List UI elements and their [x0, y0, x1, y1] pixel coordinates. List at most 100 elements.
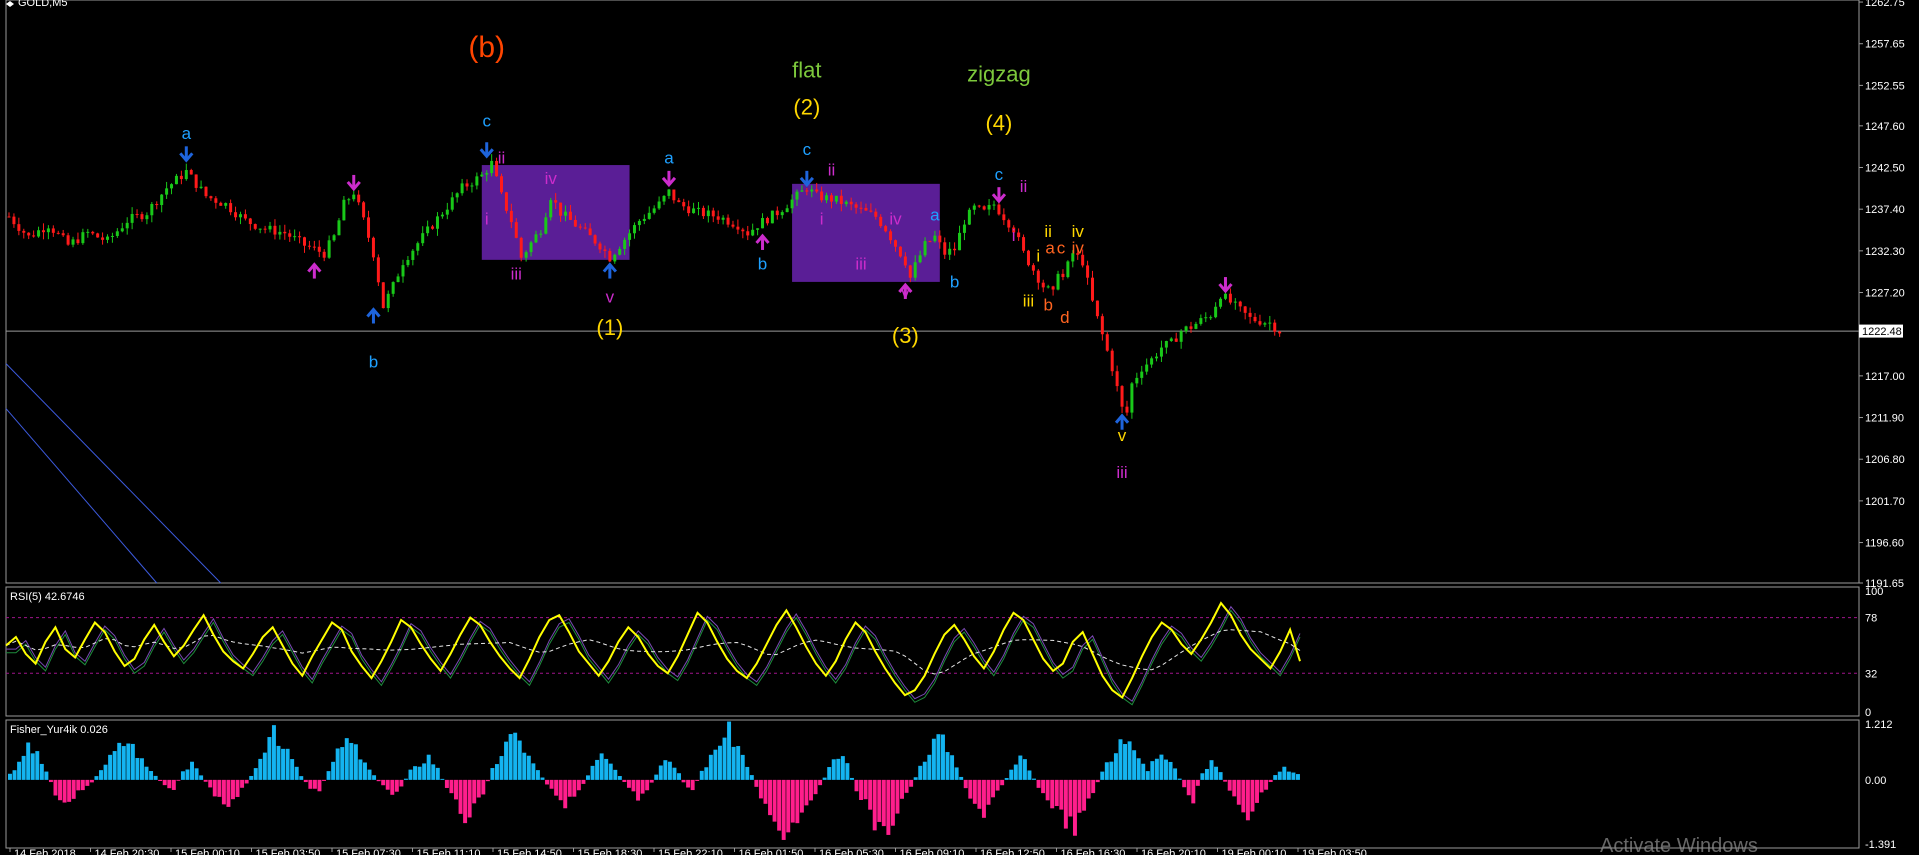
fisher-bar — [1241, 779, 1246, 813]
wave-label[interactable]: a — [1045, 238, 1055, 257]
wave-label[interactable]: d — [1060, 308, 1069, 327]
time-tick-label: 15 Feb 22:10 — [658, 848, 723, 855]
candle-body — [539, 233, 543, 235]
wave-label[interactable]: iv — [889, 210, 902, 229]
wave-label[interactable]: (2) — [793, 94, 820, 119]
candle-body — [1214, 306, 1218, 318]
wave-label[interactable]: iv — [1072, 238, 1085, 257]
wave-label[interactable]: b — [369, 353, 378, 372]
fisher-bar — [1104, 762, 1109, 780]
wave-label[interactable]: i — [820, 210, 824, 229]
wave-label[interactable]: c — [803, 140, 812, 159]
candle-body — [150, 203, 154, 216]
candle-body — [849, 201, 853, 205]
candle-body — [603, 249, 607, 251]
fisher-bar — [590, 765, 595, 780]
wave-label[interactable]: (4) — [985, 111, 1012, 136]
wave-label[interactable]: iii — [1023, 291, 1034, 310]
candle-body — [17, 224, 21, 231]
wave-label[interactable]: iii — [511, 264, 522, 283]
wave-label[interactable]: v — [606, 287, 615, 306]
wave-label[interactable]: (3) — [892, 323, 919, 348]
fisher-bar — [681, 779, 686, 783]
wave-label[interactable]: (1) — [596, 315, 623, 340]
mt4-chart-window[interactable]: (b)abciiiiviiiv(1)abflat(2)ciiiiiiiv abv(… — [0, 0, 1919, 855]
fisher-bar — [449, 779, 454, 794]
wave-label[interactable]: v — [1118, 426, 1127, 445]
wave-label[interactable]: c — [1057, 238, 1066, 257]
wave-label[interactable]: ii — [1020, 177, 1028, 196]
fisher-bar — [390, 779, 395, 795]
candle-body — [500, 176, 503, 193]
fisher-bar — [208, 779, 213, 788]
wave-label[interactable]: a — [182, 124, 192, 143]
wave-label[interactable]: ii — [828, 161, 836, 180]
candle-body — [948, 248, 952, 255]
candle-body — [642, 218, 646, 221]
wave-label[interactable]: c — [482, 112, 491, 131]
fisher-bar — [827, 767, 832, 780]
wave-label[interactable]: i — [1036, 246, 1040, 265]
wave-label[interactable]: ii — [498, 148, 506, 167]
candle-body — [332, 235, 336, 241]
fisher-bar — [968, 779, 973, 799]
candle-body — [879, 216, 883, 227]
candle-body — [972, 205, 976, 210]
wave-label[interactable]: b — [950, 273, 959, 292]
candle-body — [352, 194, 356, 200]
wave-label[interactable]: iv — [545, 169, 558, 188]
price-tick-label: 1237.40 — [1865, 204, 1905, 216]
fisher-bar — [372, 775, 377, 780]
candle-body — [844, 201, 848, 205]
fisher-bar — [617, 776, 622, 780]
wave-label[interactable]: iii — [855, 255, 866, 274]
candle-body — [1041, 282, 1045, 288]
wave-label[interactable]: iii — [1116, 463, 1127, 482]
time-tick-label: 15 Feb 03:50 — [256, 848, 321, 855]
candle-body — [293, 236, 297, 238]
time-tick-label: 16 Feb 09:10 — [900, 848, 965, 855]
fisher-bar — [645, 779, 650, 791]
wave-label[interactable]: i — [1012, 226, 1016, 245]
wave-label[interactable]: flat — [792, 58, 821, 83]
fisher-bar — [44, 771, 49, 780]
rsi-tick-label: 0 — [1865, 707, 1871, 719]
fisher-bar — [149, 771, 154, 780]
candle-body — [534, 234, 538, 243]
wave-label[interactable]: (b) — [468, 31, 505, 64]
price-tick-label: 1196.60 — [1865, 538, 1904, 550]
fisher-bar — [809, 779, 813, 801]
price-tick-label: 1206.80 — [1865, 454, 1905, 466]
wave-label[interactable]: a — [930, 206, 940, 225]
candle-body — [485, 173, 489, 175]
wave-label[interactable]: zigzag — [967, 62, 1031, 87]
fisher-bar — [595, 759, 600, 780]
fisher-bar — [394, 779, 399, 792]
fisher-bar — [904, 779, 909, 793]
fisher-bar — [485, 779, 490, 782]
candle-body — [1209, 317, 1213, 319]
fisher-bar — [1009, 769, 1014, 780]
candle-body — [1002, 214, 1006, 221]
candle-body — [115, 231, 119, 236]
wave-label[interactable]: b — [1043, 295, 1052, 314]
wave-label[interactable]: i — [485, 210, 489, 229]
fisher-bar — [890, 779, 895, 826]
wave-label[interactable]: b — [758, 255, 767, 274]
wave-label[interactable]: v — [901, 283, 910, 302]
fisher-bar — [677, 773, 681, 780]
fisher-bar — [244, 779, 249, 784]
candle-body — [1243, 306, 1247, 313]
candle-body — [179, 175, 183, 180]
wave-label[interactable]: a — [664, 148, 674, 167]
candle-body — [918, 255, 922, 263]
fisher-bar — [640, 779, 645, 794]
fisher-bar — [399, 779, 404, 787]
wave-label[interactable]: c — [995, 165, 1004, 184]
candle-body — [908, 265, 912, 278]
fisher-bar — [981, 779, 986, 818]
fisher-bar — [1214, 766, 1219, 780]
fisher-bar — [567, 779, 572, 797]
fisher-bar — [144, 766, 149, 780]
candle-body — [583, 227, 587, 229]
